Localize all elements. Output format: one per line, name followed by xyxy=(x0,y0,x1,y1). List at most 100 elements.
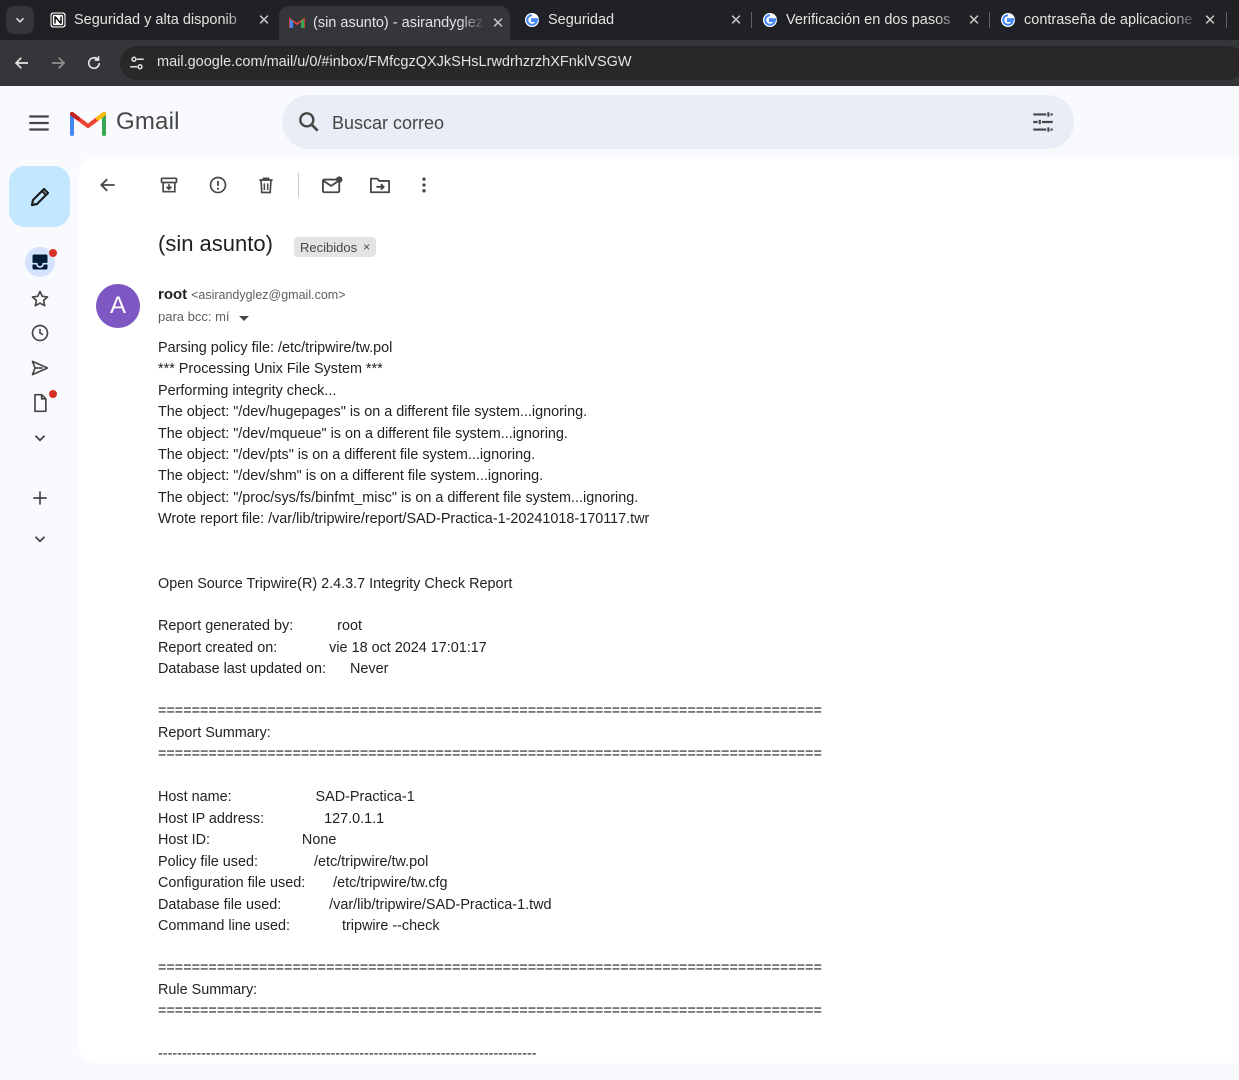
close-icon[interactable]: ✕ xyxy=(1198,11,1222,29)
tab-title: Verificación en dos pasos xyxy=(786,12,951,28)
reload-button[interactable] xyxy=(82,51,106,75)
body-line: Command line used: tripwire --check xyxy=(158,918,440,934)
clock-icon xyxy=(31,324,49,342)
body-line: ========================================… xyxy=(158,703,822,719)
gmail-logo[interactable]: Gmail xyxy=(70,106,180,138)
browser-toolbar: mail.google.com/mail/u/0/#inbox/FMfcgzQX… xyxy=(0,40,1239,86)
google-icon xyxy=(524,12,540,28)
mark-unread-icon xyxy=(322,176,343,194)
pencil-icon xyxy=(30,187,49,206)
create-label-button[interactable] xyxy=(25,483,55,513)
tab-search-button[interactable] xyxy=(6,6,34,34)
body-line: The object: "/proc/sys/fs/binfmt_misc" i… xyxy=(158,490,639,506)
nav-starred[interactable] xyxy=(25,284,55,314)
nav-snoozed[interactable] xyxy=(25,318,55,348)
browser-tab-notion[interactable]: Seguridad y alta disponib ✕ xyxy=(40,0,276,40)
body-line: The object: "/dev/mqueue" is on a differ… xyxy=(158,426,568,442)
label-chip-text: Recibidos xyxy=(300,239,358,255)
drafts-badge xyxy=(49,390,57,398)
body-line: Parsing policy file: /etc/tripwire/tw.po… xyxy=(158,340,393,356)
chevron-down-icon xyxy=(15,17,25,23)
body-line: Wrote report file: /var/lib/tripwire/rep… xyxy=(158,511,650,527)
chevron-down-icon xyxy=(34,536,46,543)
body-line: The object: "/dev/pts" is on a different… xyxy=(158,447,536,463)
message-subject: (sin asunto) xyxy=(158,231,273,256)
body-line: ----------------------------------------… xyxy=(158,1046,537,1062)
remove-label-icon[interactable]: × xyxy=(363,240,370,254)
nav-labels-more[interactable] xyxy=(25,524,55,554)
body-line: ========================================… xyxy=(158,960,822,976)
more-options-button[interactable] xyxy=(412,173,436,197)
nav-drafts[interactable] xyxy=(25,388,57,418)
search-icon[interactable] xyxy=(296,109,322,140)
label-chip-inbox[interactable]: Recibidos × xyxy=(294,237,377,257)
delete-button[interactable] xyxy=(254,173,278,197)
compose-button[interactable] xyxy=(9,166,70,227)
body-line: ========================================… xyxy=(158,746,822,762)
move-to-button[interactable] xyxy=(368,173,392,197)
archive-button[interactable] xyxy=(157,173,181,197)
close-icon[interactable]: ✕ xyxy=(962,11,986,29)
browser-tab-strip: Seguridad y alta disponib ✕ (sin asunto)… xyxy=(0,0,1239,40)
archive-icon xyxy=(160,177,178,193)
tab-separator xyxy=(1226,12,1227,28)
tab-title: contraseña de aplicacione xyxy=(1024,12,1193,28)
google-icon xyxy=(762,12,778,28)
message-view: (sin asunto) Recibidos × A root <asirand… xyxy=(79,157,1239,1063)
unread-badge xyxy=(49,249,57,257)
search-options-icon[interactable] xyxy=(1030,109,1056,140)
report-spam-button[interactable] xyxy=(206,173,230,197)
reload-icon xyxy=(87,56,101,70)
close-icon[interactable]: ✕ xyxy=(486,14,510,32)
back-to-inbox-button[interactable] xyxy=(96,173,120,197)
arrow-left-icon xyxy=(100,178,115,192)
body-line: Report created on: vie 18 oct 2024 17:01… xyxy=(158,640,487,656)
browser-tab-gmail[interactable]: (sin asunto) - asirandyglez ✕ xyxy=(279,6,510,40)
body-line: Database last updated on: Never xyxy=(158,661,389,677)
body-line: Policy file used: /etc/tripwire/tw.pol xyxy=(158,854,429,870)
browser-tab-verificacion[interactable]: Verificación en dos pasos ✕ xyxy=(752,0,986,40)
body-line: The object: "/dev/shm" is on a different… xyxy=(158,468,544,484)
move-to-folder-icon xyxy=(369,177,390,194)
body-line: Host IP address: 127.0.1.1 xyxy=(158,811,385,827)
site-settings-icon[interactable] xyxy=(128,54,146,77)
gmail-logo-icon xyxy=(70,112,106,136)
gmail-icon xyxy=(289,15,305,31)
main-menu-button[interactable] xyxy=(26,110,52,136)
plus-icon xyxy=(33,491,47,505)
forward-button[interactable] xyxy=(46,51,70,75)
nav-more[interactable] xyxy=(25,423,55,453)
google-icon xyxy=(1000,12,1016,28)
sender-line: root <asirandyglez@gmail.com> xyxy=(158,286,346,303)
browser-tab-seguridad[interactable]: Seguridad ✕ xyxy=(514,0,748,40)
spam-icon xyxy=(209,176,227,194)
search-bar xyxy=(282,95,1074,149)
body-line: Rule Summary: xyxy=(158,982,258,998)
mark-unread-button[interactable] xyxy=(320,173,344,197)
caret-down-icon[interactable] xyxy=(237,313,251,323)
body-line: Host name: SAD-Practica-1 xyxy=(158,789,415,805)
body-line: The object: "/dev/hugepages" is on a dif… xyxy=(158,404,588,420)
body-line: Performing integrity check... xyxy=(158,383,337,399)
notion-icon xyxy=(50,12,66,28)
sender-avatar[interactable]: A xyxy=(96,284,140,328)
browser-tab-contrasena[interactable]: contraseña de aplicacione ✕ xyxy=(990,0,1222,40)
body-line: Report generated by: root xyxy=(158,618,362,634)
nav-sent[interactable] xyxy=(25,353,55,383)
recipients-line[interactable]: para bcc: mí xyxy=(158,309,251,324)
star-icon xyxy=(31,290,49,307)
back-button[interactable] xyxy=(10,51,34,75)
inbox-icon xyxy=(32,254,48,270)
draft-icon xyxy=(34,393,47,413)
address-bar[interactable]: mail.google.com/mail/u/0/#inbox/FMfcgzQX… xyxy=(120,46,1239,80)
sender-email: <asirandyglez@gmail.com> xyxy=(191,288,346,302)
sender-name[interactable]: root xyxy=(158,286,187,303)
tab-title: Seguridad y alta disponib xyxy=(74,12,237,28)
close-icon[interactable]: ✕ xyxy=(252,11,276,29)
body-line: Open Source Tripwire(R) 2.4.3.7 Integrit… xyxy=(158,576,513,592)
chevron-down-icon xyxy=(34,435,46,442)
send-icon xyxy=(31,360,49,376)
search-input[interactable] xyxy=(330,105,1014,141)
nav-inbox[interactable] xyxy=(25,247,57,277)
close-icon[interactable]: ✕ xyxy=(724,11,748,29)
